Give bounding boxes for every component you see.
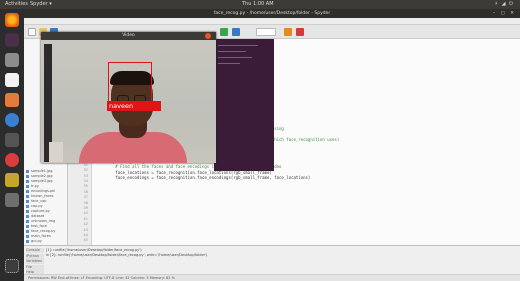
file-icon: [26, 200, 29, 203]
activities-button[interactable]: Activities: [5, 0, 28, 9]
video-window-title: Video: [41, 32, 216, 40]
python-path-icon[interactable]: [284, 28, 292, 36]
shelf: [49, 142, 63, 162]
file-icon: [26, 235, 29, 238]
file-icon: [26, 180, 29, 183]
line-number: 34: [83, 179, 88, 183]
line-number: 31: [83, 162, 88, 167]
software-icon[interactable]: [5, 93, 19, 107]
file-icon: [26, 220, 29, 223]
file-icon: [26, 195, 29, 198]
line-number: 38: [83, 200, 88, 205]
console-tab[interactable]: IPython: [26, 253, 44, 259]
line-number: 39: [83, 206, 88, 210]
terminal-window-behind: [214, 39, 274, 171]
new-file-icon[interactable]: [28, 28, 36, 36]
files-icon[interactable]: [5, 53, 19, 67]
line-number: 32: [83, 168, 88, 173]
file-icon: [26, 170, 29, 173]
line-number: 42: [83, 222, 88, 227]
help-icon[interactable]: [5, 113, 19, 127]
file-icon: [26, 230, 29, 233]
video-window: Video naveen: [41, 32, 216, 163]
console-tab[interactable]: Variables: [26, 259, 44, 264]
line-number: 43: [83, 227, 88, 232]
file-icon: [26, 215, 29, 218]
trash-icon[interactable]: [5, 193, 19, 207]
line-number: 33: [83, 173, 88, 178]
terminal-icon[interactable]: [5, 33, 19, 47]
line-number: 44: [83, 233, 88, 237]
face-name-label: naveen: [107, 101, 161, 111]
firefox-icon[interactable]: [5, 13, 19, 27]
debug-icon[interactable]: [232, 28, 240, 36]
writer-icon[interactable]: [5, 73, 19, 87]
file-icon: [26, 225, 29, 228]
file-icon: [26, 240, 29, 243]
console-line: In [2]: runfile('/home/user/Desktop/fold…: [46, 253, 208, 257]
window-title-bar: face_recog.py - /home/user/Desktop/folde…: [24, 9, 520, 18]
anaconda-icon[interactable]: [5, 153, 19, 167]
dock: [0, 9, 24, 281]
clock[interactable]: Thu 1:00 AM: [242, 0, 274, 9]
stop-icon[interactable]: [296, 28, 304, 36]
spyder-icon[interactable]: [5, 173, 19, 187]
line-number: 36: [83, 189, 88, 194]
working-directory-field[interactable]: [256, 28, 276, 36]
ubuntu-top-bar: Activities Spyder ▾ Thu 1:00 AM ⚡ ◢ ⏻: [0, 0, 520, 9]
console-tab[interactable]: Console: [26, 248, 44, 253]
screen: Activities Spyder ▾ Thu 1:00 AM ⚡ ◢ ⏻ fa…: [0, 0, 520, 281]
file-icon: [26, 210, 29, 213]
file-icon: [26, 185, 29, 188]
run-icon[interactable]: [220, 28, 228, 36]
window-title: face_recog.py - /home/user/Desktop/folde…: [213, 11, 331, 16]
file-icon: [26, 205, 29, 208]
settings-icon[interactable]: [5, 133, 19, 147]
file-icon: [26, 175, 29, 178]
system-tray[interactable]: ⚡ ◢ ⏻: [495, 0, 515, 9]
file-icon: [26, 190, 29, 193]
line-number: 41: [83, 216, 88, 221]
menu-bar[interactable]: [24, 18, 520, 25]
line-number: 45: [83, 238, 88, 243]
line-number: 35: [83, 184, 88, 189]
apps-icon[interactable]: [5, 259, 19, 273]
line-number: 37: [83, 195, 88, 200]
code-line: face_encodings = face_recognition.face_e…: [96, 175, 311, 180]
status-bar: Permissions: RW End-of-lines: LF Encodin…: [24, 274, 520, 281]
close-icon[interactable]: [205, 33, 211, 39]
app-menu[interactable]: Spyder ▾: [30, 0, 52, 9]
line-number: 40: [83, 211, 88, 216]
window-controls[interactable]: – ▢ ✕: [493, 9, 516, 18]
